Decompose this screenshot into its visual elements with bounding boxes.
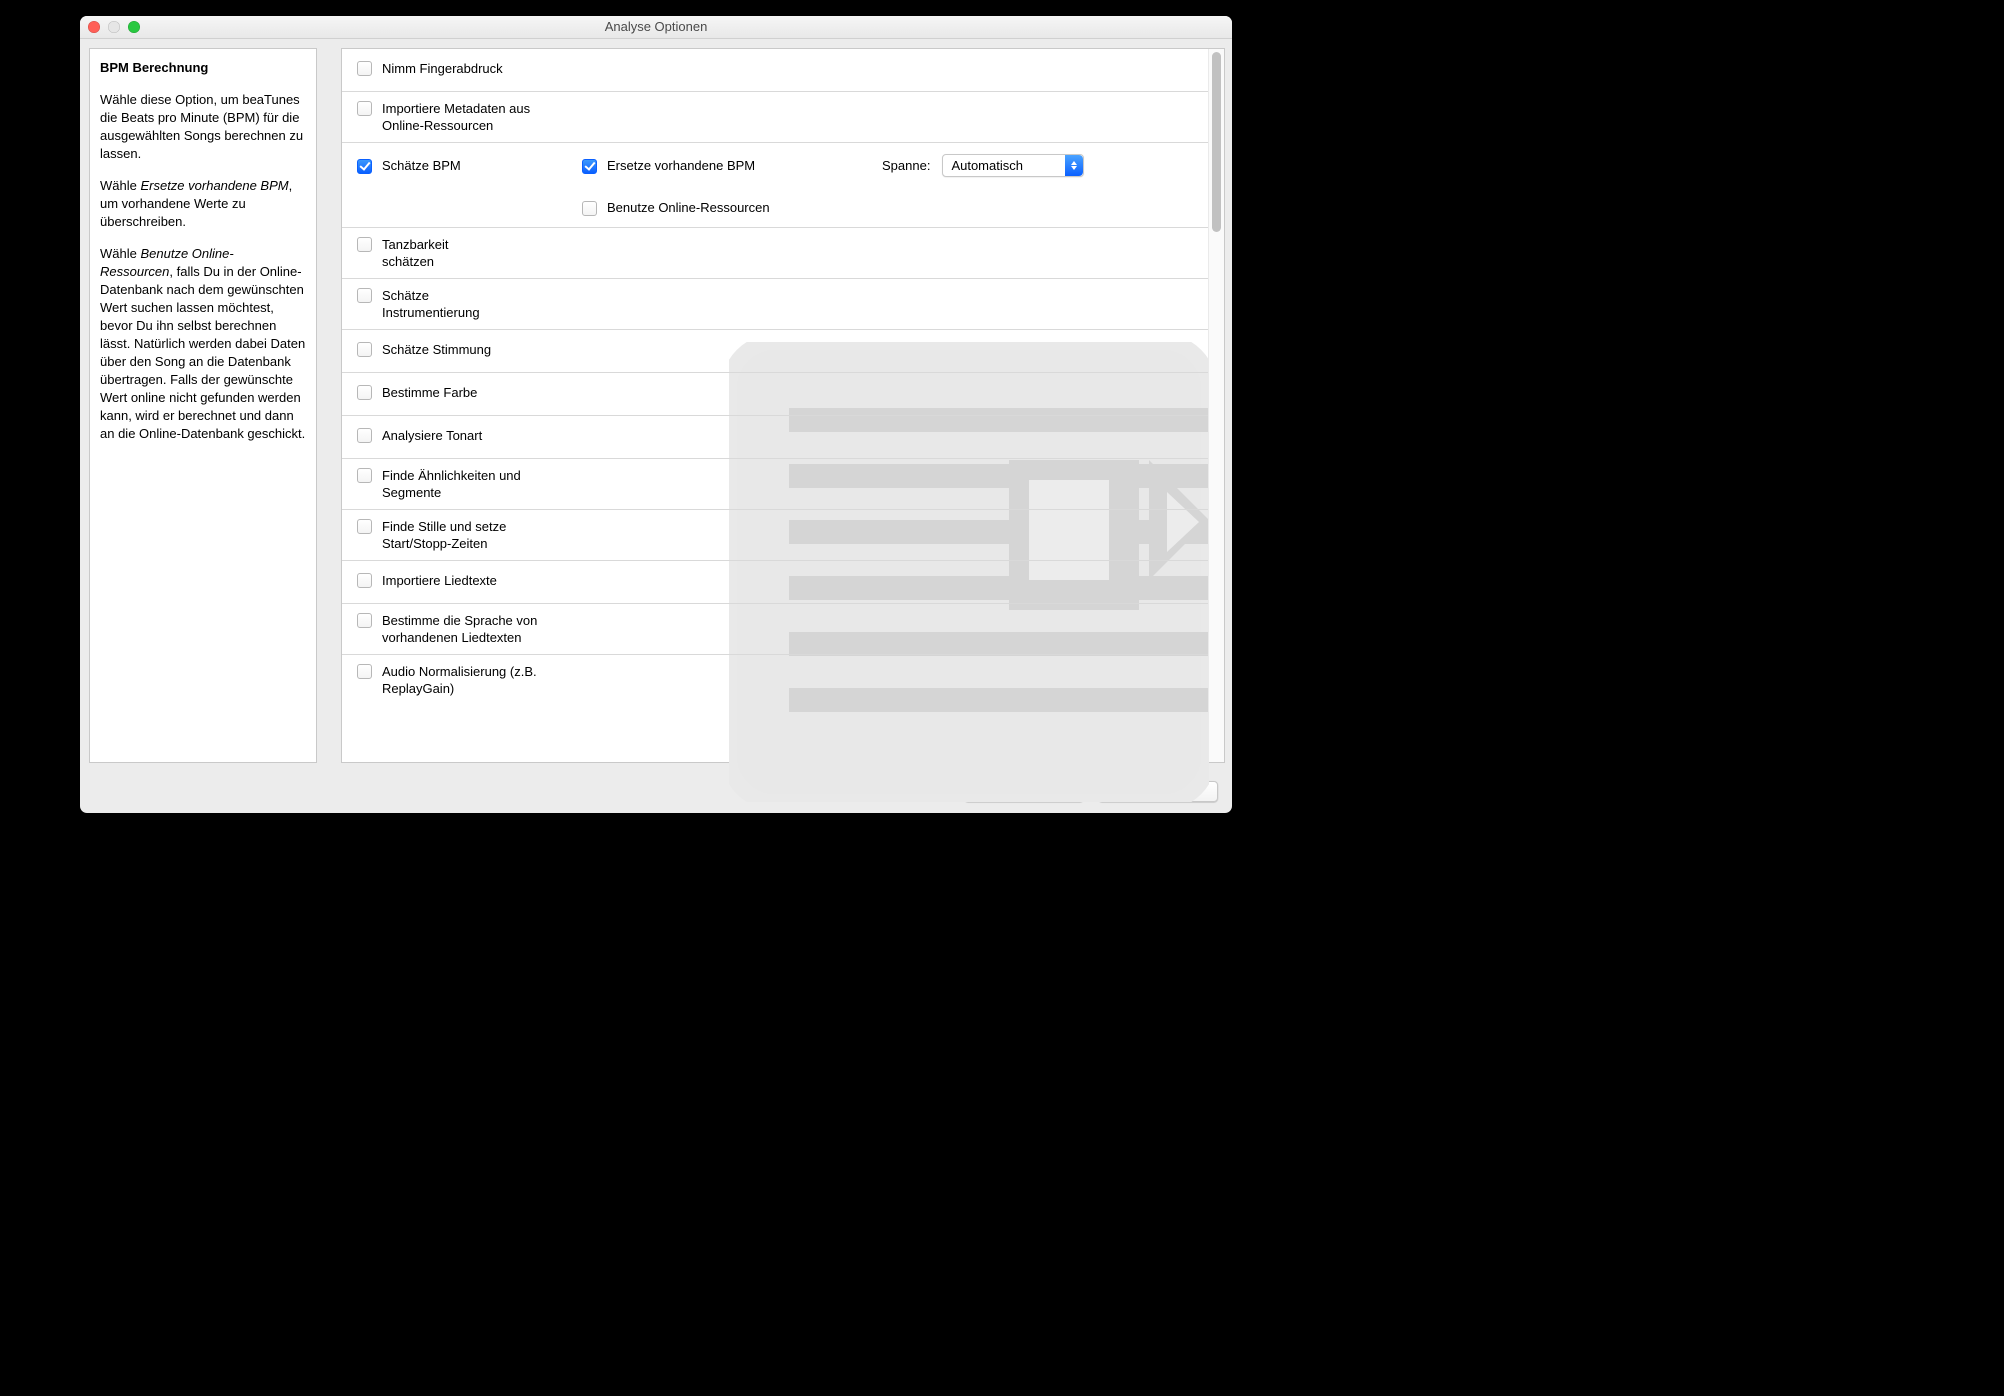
option-label: Analysiere Tonart [382,427,482,444]
option-normalize[interactable]: Audio Normalisierung (z.B. ReplayGain) [342,655,1208,705]
scrollbar-thumb[interactable] [1212,52,1221,232]
option-key[interactable]: Analysiere Tonart [342,416,1208,459]
checkbox-color[interactable] [357,385,372,400]
help-text: Wähle [100,178,140,193]
checkbox-bpm[interactable] [357,159,372,174]
scrollbar[interactable] [1208,49,1224,762]
help-para-2: Wähle Ersetze vorhandene BPM, um vorhand… [100,177,306,231]
option-color[interactable]: Bestimme Farbe [342,373,1208,416]
option-silence[interactable]: Finde Stille und setze Start/Stopp-Zeite… [342,510,1208,561]
dialog-window: Analyse Optionen BPM Berechnung Wähle di… [80,16,1232,813]
checkbox-fingerprint[interactable] [357,61,372,76]
select-arrows-icon [1065,155,1083,176]
help-pane: BPM Berechnung Wähle diese Option, um be… [89,48,317,763]
help-para-1: Wähle diese Option, um beaTunes die Beat… [100,91,306,163]
close-icon[interactable] [88,21,100,33]
option-label: Finde Ähnlichkeiten und Segmente [382,467,522,501]
checkbox-danceability[interactable] [357,237,372,252]
help-heading: BPM Berechnung [100,59,306,77]
option-metadata[interactable]: Importiere Metadaten aus Online-Ressourc… [342,92,1208,143]
option-label: Bestimme die Sprache von vorhandenen Lie… [382,612,562,646]
option-label: Nimm Fingerabdruck [382,60,503,77]
options-pane: Nimm Fingerabdruck Importiere Metadaten … [341,48,1225,763]
titlebar: Analyse Optionen [80,16,1232,39]
bpm-range-select[interactable]: Automatisch [942,154,1084,177]
checkbox-mood[interactable] [357,342,372,357]
option-bpm[interactable]: Schätze BPM Ersetze vorhandene BPM Spann… [342,143,1208,228]
option-label: Audio Normalisierung (z.B. ReplayGain) [382,663,542,697]
checkbox-silence[interactable] [357,519,372,534]
option-label: Schätze BPM [382,157,461,174]
option-danceability[interactable]: Tanzbarkeit schätzen [342,228,1208,279]
checkbox-lyrics[interactable] [357,573,372,588]
checkbox-metadata[interactable] [357,101,372,116]
content-area: BPM Berechnung Wähle diese Option, um be… [80,39,1232,769]
option-label: Importiere Metadaten aus Online-Ressourc… [382,100,552,134]
option-label: Bestimme Farbe [382,384,477,401]
select-value: Automatisch [943,155,1065,176]
option-label: Ersetze vorhandene BPM [607,157,755,174]
option-fingerprint[interactable]: Nimm Fingerabdruck [342,49,1208,92]
option-label: Tanzbarkeit schätzen [382,236,482,270]
option-label: Finde Stille und setze Start/Stopp-Zeite… [382,518,542,552]
help-em: Ersetze vorhandene BPM [140,178,288,193]
option-label: Schätze Instrumentierung [382,287,522,321]
window-title: Analyse Optionen [605,19,708,34]
checkbox-key[interactable] [357,428,372,443]
help-text: Wähle [100,246,140,261]
minimize-icon [108,21,120,33]
checkbox-instrumentation[interactable] [357,288,372,303]
checkbox-language[interactable] [357,613,372,628]
option-language[interactable]: Bestimme die Sprache von vorhandenen Lie… [342,604,1208,655]
help-text: , falls Du in der Online-Datenbank nach … [100,264,305,441]
analyze-button[interactable]: Analysieren [964,781,1084,802]
traffic-lights [88,21,140,33]
checkbox-similar[interactable] [357,468,372,483]
checkbox-bpm-online[interactable] [582,201,597,216]
dialog-footer: Analysieren Abbrechen [80,769,1232,813]
option-instrumentation[interactable]: Schätze Instrumentierung [342,279,1208,330]
checkbox-normalize[interactable] [357,664,372,679]
option-similar[interactable]: Finde Ähnlichkeiten und Segmente [342,459,1208,510]
option-mood[interactable]: Schätze Stimmung [342,330,1208,373]
cancel-button[interactable]: Abbrechen [1098,781,1218,802]
bpm-range-label: Spanne: [882,158,930,173]
options-list: Nimm Fingerabdruck Importiere Metadaten … [342,49,1208,762]
option-lyrics[interactable]: Importiere Liedtexte [342,561,1208,604]
help-para-3: Wähle Benutze Online-Ressourcen, falls D… [100,245,306,443]
option-label: Schätze Stimmung [382,341,491,358]
zoom-icon[interactable] [128,21,140,33]
option-label: Importiere Liedtexte [382,572,497,589]
option-label: Benutze Online-Ressourcen [607,199,770,216]
checkbox-bpm-replace[interactable] [582,159,597,174]
